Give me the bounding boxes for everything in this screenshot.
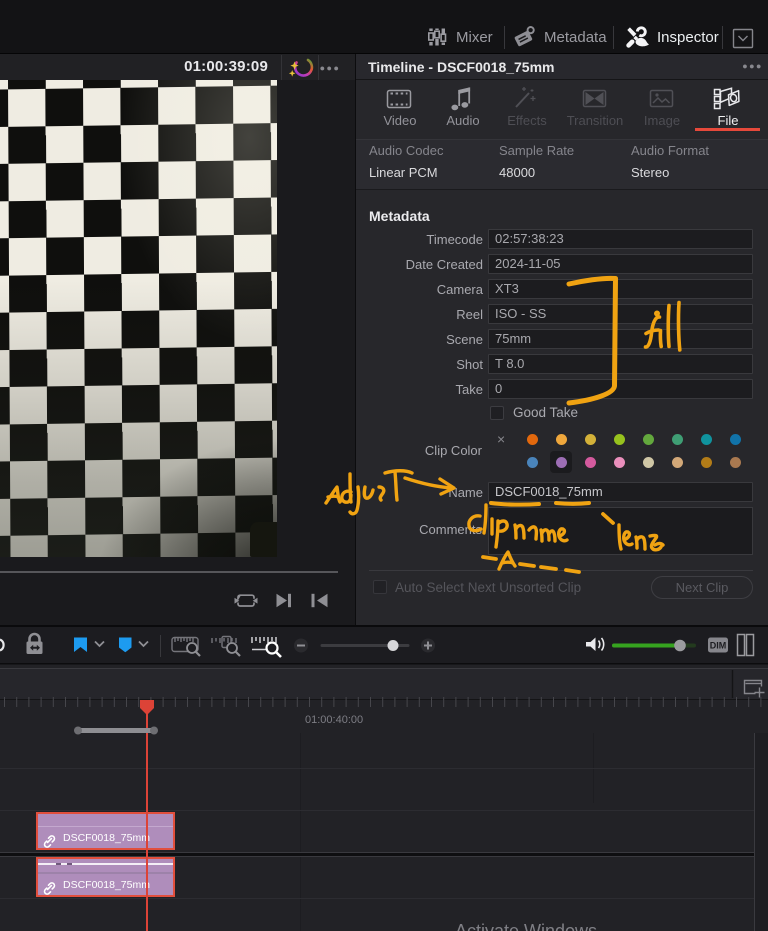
- svg-text:DIM: DIM: [710, 641, 727, 651]
